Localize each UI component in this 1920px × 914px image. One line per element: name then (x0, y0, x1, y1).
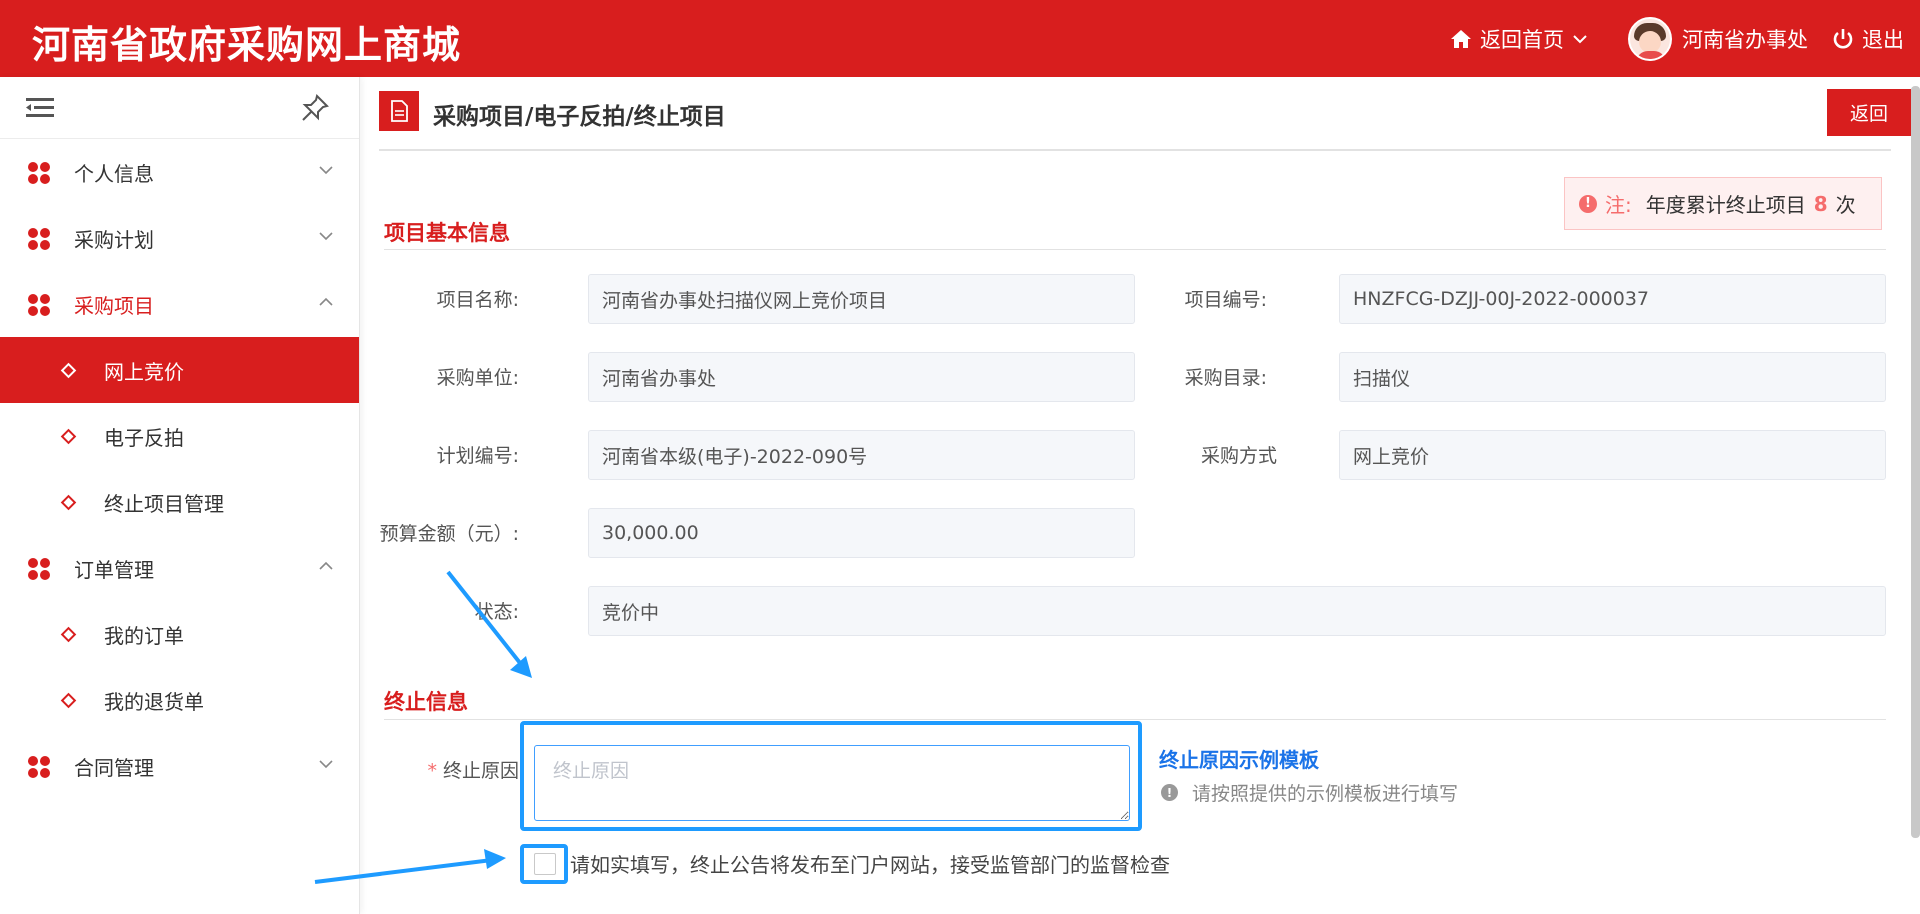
section-divider (384, 249, 1886, 250)
project-name-field[interactable]: 河南省办事处扫描仪网上竞价项目 (588, 274, 1135, 324)
home-icon (1451, 29, 1471, 48)
sidebar-item-contract-management[interactable]: 合同管理 (0, 733, 359, 799)
sidebar-item-label: 采购项目 (74, 293, 154, 318)
sidebar: 个人信息 采购计划 采购项目 网上竞价 电子反拍 终止项目管理 订单管理 我的订… (0, 77, 360, 914)
info-icon: ! (1161, 784, 1178, 801)
sidebar-item-purchase-plan[interactable]: 采购计划 (0, 205, 359, 271)
notice-prefix: 注: (1605, 193, 1632, 217)
clover-icon (28, 162, 50, 184)
sidebar-toolbar (0, 77, 359, 139)
status-label: 状态: (474, 601, 519, 623)
header-actions: 返回首页 河南省办事处 退出 (1426, 0, 1904, 77)
clover-icon (28, 228, 50, 250)
sidebar-item-label: 合同管理 (74, 755, 154, 780)
budget-field[interactable]: 30,000.00 (588, 508, 1135, 558)
clover-icon (28, 558, 50, 580)
back-button[interactable]: 返回 (1827, 89, 1911, 136)
sidebar-item-label: 个人信息 (74, 161, 154, 186)
sidebar-item-label: 电子反拍 (104, 425, 184, 450)
template-hint: ! 请按照提供的示例模板进行填写 (1161, 779, 1458, 806)
top-header: 河南省政府采购网上商城 返回首页 河南省办事处 退出 (0, 0, 1920, 77)
notice-text: 年度累计终止项目 (1645, 193, 1806, 217)
diamond-icon (60, 494, 77, 511)
project-code-label: 项目编号: (1184, 289, 1267, 311)
notice-suffix: 次 (1835, 193, 1856, 217)
menu-collapse-icon[interactable] (26, 97, 54, 119)
section-title-termination: 终止信息 (384, 690, 468, 714)
site-logo[interactable]: 河南省政府采购网上商城 (32, 14, 461, 69)
reason-label: * 终止原因 (391, 756, 519, 783)
catalog-label: 采购目录: (1184, 367, 1267, 389)
sidebar-item-purchase-project[interactable]: 采购项目 (0, 271, 359, 337)
diamond-icon (60, 692, 77, 709)
purchaser-label: 采购单位: (436, 367, 519, 389)
method-field[interactable]: 网上竞价 (1339, 430, 1886, 480)
section-divider (384, 719, 1886, 720)
template-hint-text: 请按照提供的示例模板进行填写 (1192, 783, 1459, 805)
notice-count: 8 (1813, 191, 1828, 216)
status-field[interactable]: 竞价中 (588, 586, 1886, 636)
section-title-basic-info: 项目基本信息 (384, 221, 510, 245)
home-menu[interactable]: 返回首页 (1450, 24, 1588, 54)
chevron-up-icon (319, 561, 333, 570)
chevron-up-icon (319, 297, 333, 306)
chevron-down-icon (319, 232, 333, 241)
user-menu[interactable]: 河南省办事处 (1628, 16, 1808, 61)
project-code-field[interactable]: HNZFCG-DZJJ-00J-2022-000037 (1339, 274, 1886, 324)
page-scrollbar[interactable] (1911, 86, 1920, 838)
warning-icon: ! (1579, 194, 1597, 213)
reason-label-text: 终止原因 (442, 760, 519, 782)
termination-count-notice: ! 注: 年度累计终止项目 8 次 (1564, 177, 1882, 230)
breadcrumb: 采购项目/电子反拍/终止项目 (433, 104, 726, 130)
chevron-down-icon (319, 166, 333, 175)
clover-icon (28, 756, 50, 778)
user-name: 河南省办事处 (1682, 27, 1808, 52)
required-mark: * (427, 760, 437, 782)
diamond-icon (60, 626, 77, 643)
purchaser-field[interactable]: 河南省办事处 (588, 352, 1135, 402)
clover-icon (28, 294, 50, 316)
pin-icon[interactable] (300, 93, 330, 123)
sidebar-item-label: 网上竞价 (104, 359, 184, 384)
reason-template-link[interactable]: 终止原因示例模板 (1159, 744, 1319, 773)
diamond-icon (60, 428, 77, 445)
budget-label: 预算金额（元）: (379, 523, 519, 545)
sidebar-item-label: 采购计划 (74, 227, 154, 252)
confirm-checkbox[interactable] (534, 853, 556, 875)
sidebar-item-order-management[interactable]: 订单管理 (0, 535, 359, 601)
plan-code-label: 计划编号: (436, 445, 519, 467)
avatar (1628, 16, 1672, 61)
sidebar-item-my-returns[interactable]: 我的退货单 (0, 667, 359, 733)
sidebar-item-terminated-projects[interactable]: 终止项目管理 (0, 469, 359, 535)
sidebar-item-personal-info[interactable]: 个人信息 (0, 139, 359, 205)
sidebar-item-label: 终止项目管理 (104, 491, 224, 516)
confirm-checkbox-label[interactable]: 请如实填写，终止公告将发布至门户网站，接受监管部门的监督检查 (570, 849, 1170, 878)
main-content: 采购项目/电子反拍/终止项目 返回 ! 注: 年度累计终止项目 8 次 项目基本… (361, 77, 1920, 914)
power-icon (1833, 28, 1853, 48)
sidebar-item-label: 我的退货单 (104, 689, 204, 714)
sidebar-item-label: 我的订单 (104, 623, 184, 648)
sidebar-item-label: 订单管理 (74, 557, 154, 582)
breadcrumb-bar: 采购项目/电子反拍/终止项目 返回 (379, 77, 1911, 151)
logout-button[interactable]: 退出 (1832, 24, 1904, 54)
sidebar-item-online-bidding[interactable]: 网上竞价 (0, 337, 359, 403)
diamond-icon (60, 362, 77, 379)
termination-reason-input[interactable] (534, 745, 1130, 821)
method-label: 采购方式 (1200, 445, 1277, 467)
logout-label: 退出 (1862, 27, 1904, 52)
document-icon (379, 91, 419, 131)
sidebar-item-reverse-auction[interactable]: 电子反拍 (0, 403, 359, 469)
chevron-down-icon (319, 760, 333, 769)
sidebar-item-my-orders[interactable]: 我的订单 (0, 601, 359, 667)
home-label: 返回首页 (1480, 27, 1564, 52)
catalog-field[interactable]: 扫描仪 (1339, 352, 1886, 402)
project-name-label: 项目名称: (436, 289, 519, 311)
plan-code-field[interactable]: 河南省本级(电子)-2022-090号 (588, 430, 1135, 480)
chevron-down-icon (1573, 34, 1587, 43)
